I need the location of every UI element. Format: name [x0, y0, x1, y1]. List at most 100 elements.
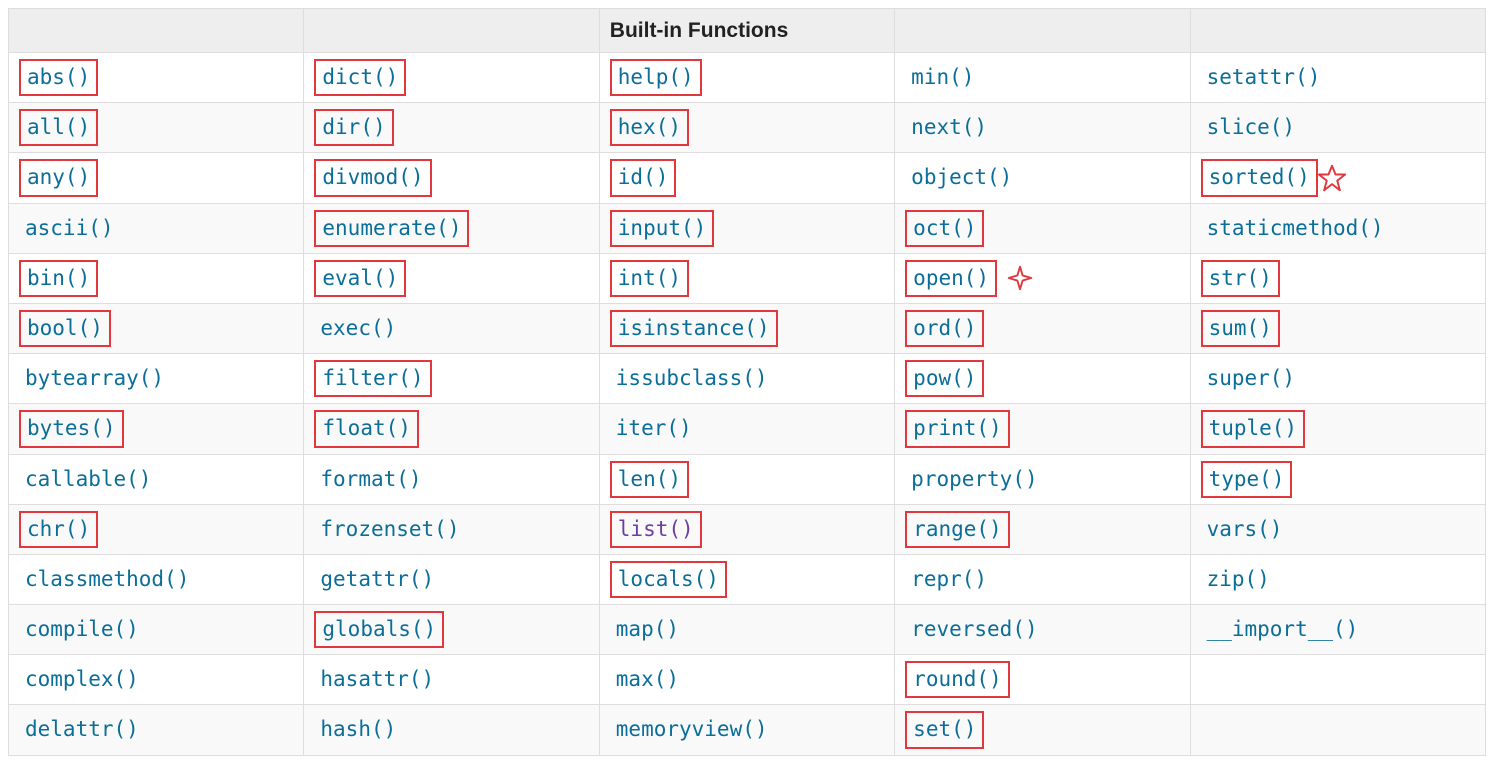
table-cell: chr()	[9, 504, 304, 554]
function-link[interactable]: format()	[314, 463, 427, 496]
table-row: bytearray() filter() issubclass() pow() supe…	[9, 354, 1486, 404]
table-cell: abs()	[9, 53, 304, 103]
function-link[interactable]: frozenset()	[314, 513, 465, 546]
function-link[interactable]: len()	[610, 461, 689, 498]
header-col-3	[895, 9, 1190, 53]
function-link[interactable]: type()	[1201, 461, 1293, 498]
function-link[interactable]: round()	[905, 661, 1010, 698]
table-cell: sorted()	[1190, 153, 1485, 203]
function-link[interactable]: print()	[905, 410, 1010, 447]
function-link[interactable]: repr()	[905, 563, 993, 596]
table-cell: delattr()	[9, 705, 304, 755]
function-link[interactable]: getattr()	[314, 563, 440, 596]
function-link[interactable]: issubclass()	[610, 362, 774, 395]
function-link[interactable]: hex()	[610, 109, 689, 146]
table-cell: filter()	[304, 354, 599, 404]
function-link[interactable]: max()	[610, 663, 685, 696]
function-link[interactable]: super()	[1201, 362, 1302, 395]
function-link[interactable]: enumerate()	[314, 210, 469, 247]
function-link[interactable]: filter()	[314, 360, 431, 397]
function-link[interactable]: isinstance()	[610, 310, 778, 347]
function-link[interactable]: delattr()	[19, 713, 145, 746]
table-cell: setattr()	[1190, 53, 1485, 103]
function-link[interactable]: hasattr()	[314, 663, 440, 696]
function-link[interactable]: open()	[905, 260, 997, 297]
header-col-1	[304, 9, 599, 53]
table-cell: print()	[895, 404, 1190, 454]
table-cell: list()	[599, 504, 894, 554]
function-link[interactable]: locals()	[610, 561, 727, 598]
table-cell: complex()	[9, 655, 304, 705]
function-link[interactable]: int()	[610, 260, 689, 297]
table-cell: locals()	[599, 554, 894, 604]
function-link[interactable]: memoryview()	[610, 713, 774, 746]
function-link[interactable]: range()	[905, 511, 1010, 548]
function-link[interactable]: reversed()	[905, 613, 1043, 646]
table-cell: open()	[895, 253, 1190, 303]
table-row: any() divmod() id() object() sorted()	[9, 153, 1486, 203]
table-cell: bytearray()	[9, 354, 304, 404]
function-link[interactable]: eval()	[314, 260, 406, 297]
function-link[interactable]: abs()	[19, 59, 98, 96]
function-link[interactable]: complex()	[19, 663, 145, 696]
table-cell: getattr()	[304, 554, 599, 604]
table-row: bin() eval() int() open() str()	[9, 253, 1486, 303]
function-link[interactable]: property()	[905, 463, 1043, 496]
function-link[interactable]: id()	[610, 159, 677, 196]
function-link[interactable]: str()	[1201, 260, 1280, 297]
function-link[interactable]: zip()	[1201, 563, 1276, 596]
function-link[interactable]: min()	[905, 61, 980, 94]
table-cell: next()	[895, 103, 1190, 153]
table-row: abs() dict() help() min() setattr()	[9, 53, 1486, 103]
function-link[interactable]: chr()	[19, 511, 98, 548]
function-link[interactable]: map()	[610, 613, 685, 646]
function-link[interactable]: __import__()	[1201, 613, 1365, 646]
table-row: all() dir() hex() next() slice()	[9, 103, 1486, 153]
function-link[interactable]: ascii()	[19, 212, 120, 245]
table-cell: compile()	[9, 605, 304, 655]
function-link[interactable]: bytes()	[19, 410, 124, 447]
function-link[interactable]: bytearray()	[19, 362, 170, 395]
header-col-0	[9, 9, 304, 53]
function-link[interactable]: oct()	[905, 210, 984, 247]
function-link[interactable]: callable()	[19, 463, 157, 496]
function-link[interactable]: globals()	[314, 611, 444, 648]
function-link[interactable]: next()	[905, 111, 993, 144]
table-cell: max()	[599, 655, 894, 705]
function-link[interactable]: dict()	[314, 59, 406, 96]
function-link[interactable]: help()	[610, 59, 702, 96]
function-link[interactable]: list()	[610, 511, 702, 548]
function-link[interactable]: classmethod()	[19, 563, 195, 596]
function-link[interactable]: hash()	[314, 713, 402, 746]
function-link[interactable]: compile()	[19, 613, 145, 646]
function-link[interactable]: ord()	[905, 310, 984, 347]
function-link[interactable]: float()	[314, 410, 419, 447]
table-cell: help()	[599, 53, 894, 103]
function-link[interactable]: bool()	[19, 310, 111, 347]
function-link[interactable]: any()	[19, 159, 98, 196]
table-cell: enumerate()	[304, 203, 599, 253]
table-cell: reversed()	[895, 605, 1190, 655]
function-link[interactable]: tuple()	[1201, 410, 1306, 447]
function-link[interactable]: dir()	[314, 109, 393, 146]
table-cell: repr()	[895, 554, 1190, 604]
table-cell: object()	[895, 153, 1190, 203]
table-cell: __import__()	[1190, 605, 1485, 655]
function-link[interactable]: slice()	[1201, 111, 1302, 144]
function-link[interactable]: setattr()	[1201, 61, 1327, 94]
function-link[interactable]: input()	[610, 210, 715, 247]
function-link[interactable]: iter()	[610, 412, 698, 445]
function-link[interactable]: sum()	[1201, 310, 1280, 347]
function-link[interactable]: staticmethod()	[1201, 212, 1390, 245]
function-link[interactable]: exec()	[314, 312, 402, 345]
function-link[interactable]: all()	[19, 109, 98, 146]
function-link[interactable]: set()	[905, 711, 984, 748]
function-link[interactable]: divmod()	[314, 159, 431, 196]
function-link[interactable]: object()	[905, 161, 1018, 194]
function-link[interactable]: pow()	[905, 360, 984, 397]
function-link[interactable]: vars()	[1201, 513, 1289, 546]
table-cell: all()	[9, 103, 304, 153]
function-link[interactable]: bin()	[19, 260, 98, 297]
table-cell: bin()	[9, 253, 304, 303]
function-link[interactable]: sorted()	[1201, 159, 1318, 196]
